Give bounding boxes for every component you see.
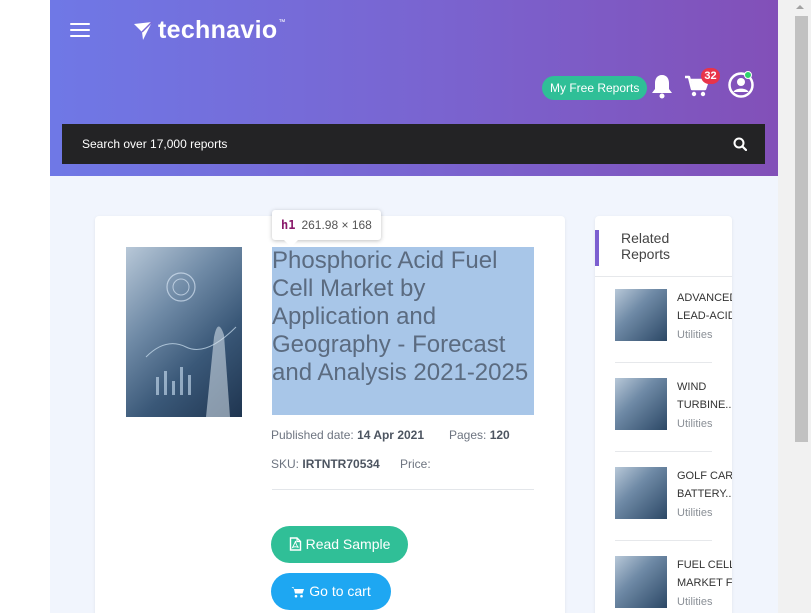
- logo-text: technavio: [158, 16, 278, 44]
- related-report-title: WIND TURBINE...: [677, 378, 732, 414]
- tooltip-arrow: [284, 240, 298, 247]
- related-reports-heading: Related Reports: [595, 230, 732, 266]
- related-title-line2: TURBINE...: [677, 399, 732, 411]
- related-report-thumbnail: [615, 556, 667, 608]
- related-title-line2: MARKET F: [677, 577, 732, 589]
- price: Price:: [400, 457, 431, 471]
- pages-value: 120: [489, 428, 510, 442]
- scroll-up-arrow-icon[interactable]: [795, 2, 805, 12]
- related-title-line2: BATTERY...: [677, 488, 732, 500]
- sku-value: IRTNTR70534: [302, 457, 380, 471]
- related-title-line1: FUEL CELL: [677, 559, 732, 571]
- bell-icon[interactable]: [650, 73, 674, 99]
- cover-graphic: [145, 272, 237, 417]
- related-divider: [595, 276, 732, 277]
- read-sample-button[interactable]: Read Sample: [271, 526, 408, 563]
- search-icon[interactable]: [733, 137, 747, 151]
- page: technavio ™ My Free Reports 32 Search ov…: [50, 0, 778, 613]
- pages-label: Pages:: [449, 428, 487, 442]
- related-report-title: GOLF CART BATTERY...: [677, 467, 732, 503]
- published-date: Published date: 14 Apr 2021: [271, 428, 424, 442]
- search-bar[interactable]: Search over 17,000 reports: [62, 124, 765, 164]
- page-title: Phosphoric Acid Fuel Cell Market by Appl…: [272, 247, 529, 386]
- related-title-line2: LEAD-ACID: [677, 310, 732, 322]
- related-item-divider: [615, 540, 712, 541]
- published-value: 14 Apr 2021: [357, 428, 425, 442]
- price-label: Price:: [400, 457, 431, 471]
- sku: SKU: IRTNTR70534: [271, 457, 380, 471]
- hamburger-menu-icon[interactable]: [70, 23, 90, 37]
- related-report-thumbnail: [615, 467, 667, 519]
- go-to-cart-button[interactable]: Go to cart: [271, 573, 391, 610]
- related-report-item[interactable]: WIND TURBINE... Utilities: [615, 378, 732, 458]
- related-heading-line1: Related: [621, 230, 670, 246]
- related-report-title: FUEL CELL MARKET F: [677, 556, 732, 592]
- related-report-thumbnail: [615, 289, 667, 341]
- go-to-cart-label: Go to cart: [309, 583, 371, 599]
- sku-label: SKU:: [271, 457, 300, 471]
- tooltip-size: 261.98 × 168: [301, 218, 372, 232]
- search-input[interactable]: Search over 17,000 reports: [82, 137, 227, 151]
- related-title-line1: WIND: [677, 381, 707, 393]
- report-cover-image: [126, 247, 242, 417]
- published-label: Published date:: [271, 428, 354, 442]
- related-report-category: Utilities: [677, 418, 713, 430]
- related-title-line1: ADVANCED: [677, 292, 732, 304]
- related-reports-panel: Related Reports ADVANCED LEAD-ACID Utili…: [595, 216, 732, 613]
- related-report-item[interactable]: ADVANCED LEAD-ACID Utilities: [615, 289, 732, 369]
- related-report-item[interactable]: FUEL CELL MARKET F Utilities: [615, 556, 732, 613]
- logo-plane-icon: [134, 20, 153, 40]
- technavio-logo[interactable]: technavio ™: [132, 16, 285, 45]
- site-header: technavio ™ My Free Reports 32 Search ov…: [50, 0, 778, 176]
- related-report-title: ADVANCED LEAD-ACID: [677, 289, 732, 325]
- related-item-divider: [615, 451, 712, 452]
- shopping-cart-icon: [291, 587, 305, 598]
- online-status-dot: [744, 71, 752, 79]
- page-count: Pages: 120: [449, 428, 510, 442]
- devtools-inspect-tooltip: h1 261.98 × 168: [272, 210, 381, 240]
- read-sample-label: Read Sample: [305, 536, 391, 552]
- divider: [272, 489, 534, 490]
- related-heading-line2: Reports: [621, 246, 671, 262]
- related-report-thumbnail: [615, 378, 667, 430]
- tooltip-tag: h1: [281, 218, 296, 232]
- related-report-category: Utilities: [677, 329, 713, 341]
- scrollbar-thumb[interactable]: [795, 16, 808, 442]
- cart-count-badge: 32: [701, 68, 720, 84]
- related-report-category: Utilities: [677, 596, 713, 608]
- related-report-category: Utilities: [677, 507, 713, 519]
- logo-trademark: ™: [278, 19, 286, 26]
- related-item-divider: [615, 362, 712, 363]
- pdf-file-icon: [289, 537, 301, 551]
- my-free-reports-button[interactable]: My Free Reports: [542, 76, 648, 100]
- related-title-line1: GOLF CART: [677, 470, 732, 482]
- related-report-item[interactable]: GOLF CART BATTERY... Utilities: [615, 467, 732, 547]
